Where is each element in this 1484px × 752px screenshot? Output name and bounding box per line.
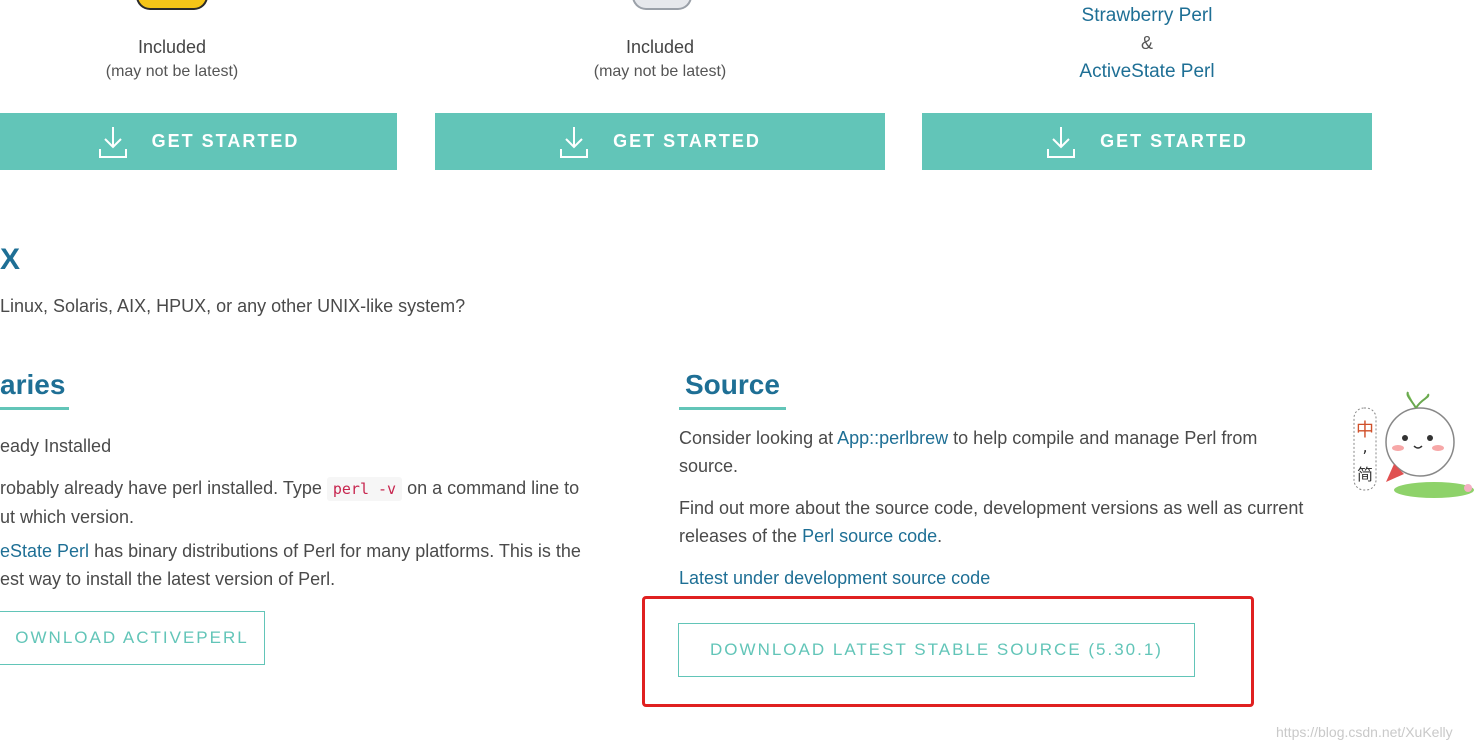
linux-may-not-be-latest: (may not be latest): [105, 63, 239, 80]
source-para2-period: .: [937, 526, 943, 546]
app-perlbrew-link[interactable]: App::perlbrew: [837, 428, 948, 448]
get-started-label: GET STARTED: [1100, 131, 1248, 151]
binaries-para1-after: on a command line to: [402, 478, 580, 498]
perl-source-code-link[interactable]: Perl source code: [802, 526, 937, 546]
perl-version-command: perl -v: [326, 477, 403, 501]
sticker-char-2: 简: [1357, 465, 1373, 484]
binaries-paragraph-2: eState Perl has binary distributions of …: [0, 537, 640, 593]
ampersand-text: &: [1140, 33, 1153, 53]
get-started-label: GET STARTED: [613, 131, 761, 151]
dev-source-line: Latest under development source code: [679, 564, 990, 592]
binaries-para2-text: has binary distributions of Perl for man…: [89, 541, 581, 561]
activestate-perl-link[interactable]: ActiveState Perl: [997, 61, 1297, 83]
strawberry-perl-link[interactable]: Strawberry Perl: [997, 5, 1297, 27]
unix-description: Linux, Solaris, AIX, HPUX, or any other …: [0, 296, 466, 316]
watermark-text: https://blog.csdn.net/XuKelly: [1276, 724, 1453, 740]
source-paragraph-2: Find out more about the source code, dev…: [679, 494, 1369, 550]
highlight-box: [642, 596, 1254, 707]
binaries-para1-text: robably already have perl installed. Typ…: [0, 478, 327, 498]
mac-may-not-be-latest: (may not be latest): [593, 63, 727, 80]
svg-text:,: ,: [1362, 437, 1367, 456]
binaries-heading: aries: [0, 369, 70, 410]
already-installed-subheading: eady Installed: [0, 436, 112, 456]
unix-heading: X: [0, 243, 21, 276]
cartoon-sticker-icon: 中 , 简: [1353, 391, 1474, 498]
source-para1-line2: source.: [679, 456, 739, 476]
binaries-para1-line2: ut which version.: [0, 507, 135, 527]
binaries-paragraph-1: robably already have perl installed. Typ…: [0, 474, 640, 531]
windows-get-started-button[interactable]: GET STARTED: [922, 113, 1372, 170]
source-para2-line1: Find out more about the source code, dev…: [679, 498, 1304, 518]
source-paragraph-1: Consider looking at App::perlbrew to hel…: [679, 424, 1369, 480]
download-icon: [1047, 126, 1076, 158]
latest-dev-source-link[interactable]: Latest under development source code: [679, 568, 990, 588]
download-activeperl-label: OWNLOAD ACTIVEPERL: [15, 628, 249, 647]
source-para1-after: to help compile and manage Perl from: [948, 428, 1258, 448]
source-para2-text: releases of the: [679, 526, 803, 546]
source-para1-text: Consider looking at: [679, 428, 838, 448]
linux-get-started-button[interactable]: GET STARTED: [0, 113, 397, 170]
source-heading: Source: [679, 369, 786, 410]
mac-included-text: Included: [625, 37, 695, 57]
get-started-label: GET STARTED: [151, 131, 300, 151]
mac-get-started-button[interactable]: GET STARTED: [435, 113, 885, 170]
apple-logo-icon: [632, 0, 692, 10]
linux-logo-icon: [136, 0, 208, 10]
download-activeperl-button[interactable]: OWNLOAD ACTIVEPERL: [0, 611, 265, 665]
binaries-para2-line2: est way to install the latest version of…: [0, 569, 336, 589]
linux-included-text: Included: [137, 37, 207, 57]
download-icon: [98, 126, 127, 158]
download-icon: [560, 126, 589, 158]
activestate-perl-inline-link[interactable]: eState Perl: [0, 541, 89, 561]
